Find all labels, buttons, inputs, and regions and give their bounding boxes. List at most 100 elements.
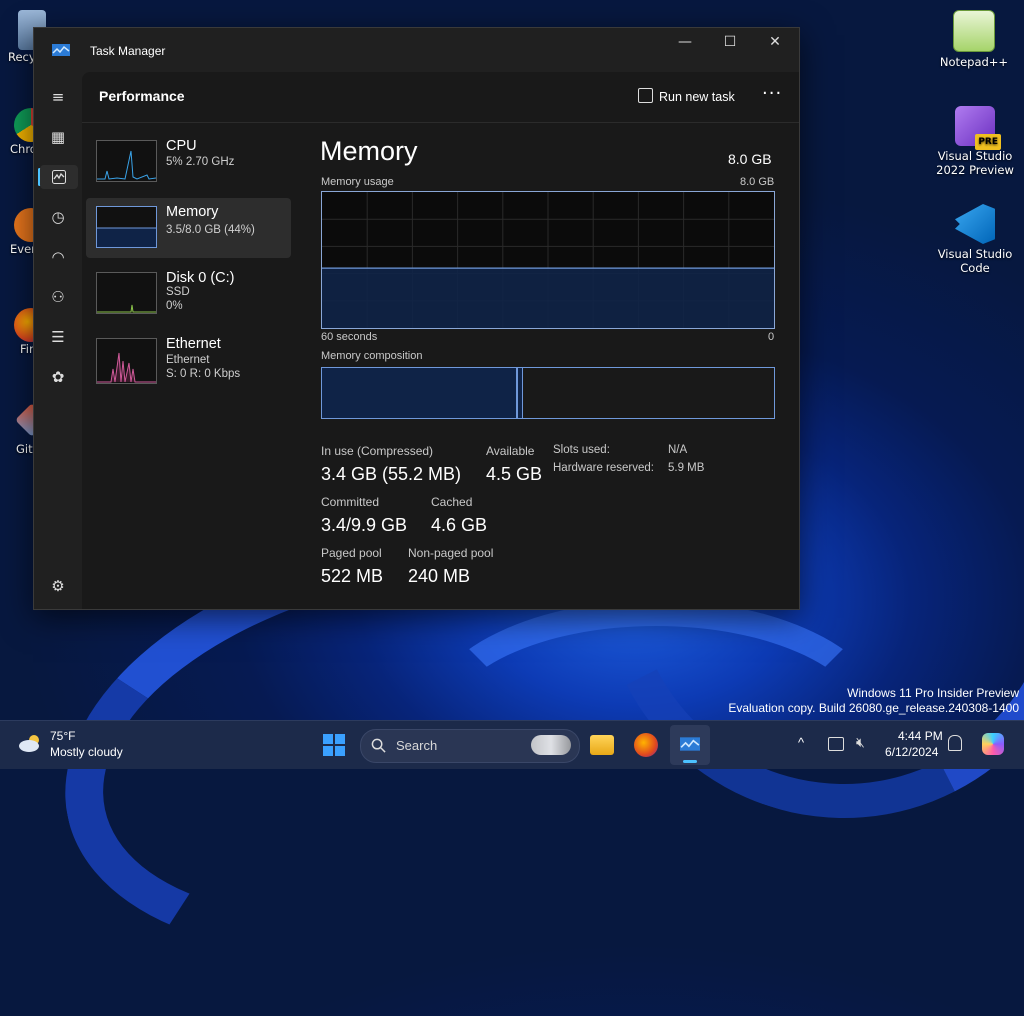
services-icon[interactable]: ✿ [46, 365, 70, 389]
graph-time-right: 0 [768, 331, 775, 343]
usage-area [322, 268, 774, 328]
nonpaged-pool-label: Non-paged pool [408, 546, 494, 560]
graph-time-left: 60 seconds [321, 331, 378, 343]
resource-card-disk[interactable]: Disk 0 (C:) SSD 0% [86, 264, 291, 324]
desktop-icon-notepadpp[interactable]: Notepad++ [936, 10, 1012, 69]
header-divider [82, 122, 799, 123]
memory-title: Memory [320, 136, 418, 166]
window-title: Task Manager [90, 44, 166, 58]
desktop-icon-visual-studio[interactable]: PRE Visual Studio 2022 Preview [934, 106, 1016, 177]
resource-card-memory[interactable]: Memory 3.5/8.0 GB (44%) [86, 198, 291, 258]
composition-in-use-segment [322, 368, 519, 418]
close-button[interactable]: ✕ [752, 28, 798, 58]
more-options-button[interactable]: ··· [762, 83, 782, 104]
slots-used-value: N/A [668, 444, 688, 456]
committed-value: 3.4/9.9 GB [321, 515, 408, 535]
performance-icon[interactable] [40, 165, 78, 189]
clock-date[interactable]: 6/12/2024 [885, 745, 938, 759]
desktop-icon-label: Visual Studio 2022 Preview [936, 149, 1014, 177]
hamburger-icon[interactable]: ≡ [46, 85, 70, 109]
minimize-button[interactable]: — [662, 28, 708, 58]
memory-usage-max: 8.0 GB [740, 176, 775, 188]
ethernet-thumbnail-graph [96, 338, 157, 384]
nav-rail: ≡ ▦ ◷ ◠ ⚇ ☰ ✿ ⚙ [34, 72, 82, 609]
card-name: CPU [166, 138, 197, 154]
memory-usage-graph [321, 191, 775, 329]
memory-thumbnail-graph [96, 206, 157, 248]
weather-temp: 75°F [50, 729, 76, 743]
available-value: 4.5 GB [486, 464, 543, 484]
file-explorer-icon[interactable] [590, 735, 614, 755]
hardware-reserved-label: Hardware reserved: [553, 462, 654, 474]
vscode-icon [955, 204, 995, 244]
slots-used-label: Slots used: [553, 444, 610, 456]
running-indicator [683, 760, 697, 763]
weather-desc: Mostly cloudy [50, 745, 123, 759]
processes-icon[interactable]: ▦ [46, 125, 70, 149]
card-sub: Ethernet [166, 354, 210, 366]
in-use-value: 3.4 GB (55.2 MB) [321, 464, 462, 484]
start-button[interactable] [322, 733, 346, 757]
search-icon [371, 738, 386, 753]
task-manager-taskbar-button[interactable] [670, 725, 710, 765]
resource-card-ethernet[interactable]: Ethernet Ethernet S: 0 R: 0 Kbps [86, 330, 291, 396]
in-use-label: In use (Compressed) [321, 444, 434, 458]
memory-usage-label: Memory usage [321, 176, 394, 188]
page-title: Performance [99, 88, 185, 104]
cached-label: Cached [431, 495, 473, 509]
memory-composition-bar [321, 367, 775, 419]
paged-pool-label: Paged pool [321, 546, 382, 560]
watermark-line2: Evaluation copy. Build 26080.ge_release.… [728, 701, 1019, 715]
run-new-task-label: Run new task [659, 90, 735, 104]
watermark-line1: Windows 11 Pro Insider Preview [847, 686, 1019, 700]
details-icon[interactable]: ☰ [46, 325, 70, 349]
composition-modified-segment [518, 368, 524, 418]
visual-studio-icon: PRE [955, 106, 1001, 150]
run-new-task-button[interactable]: Run new task [638, 88, 735, 104]
startup-icon[interactable]: ◠ [46, 245, 70, 269]
nonpaged-pool-value: 240 MB [408, 566, 471, 586]
pre-badge: PRE [975, 134, 1001, 150]
task-manager-taskbar-icon [680, 737, 700, 751]
paged-pool-value: 522 MB [321, 566, 384, 586]
desktop-icon-label: Visual Studio Code [937, 247, 1013, 275]
maximize-button[interactable]: ☐ [707, 28, 753, 58]
clock-time[interactable]: 4:44 PM [898, 729, 943, 743]
available-label: Available [486, 444, 535, 458]
task-manager-app-icon [52, 44, 70, 56]
hardware-reserved-value: 5.9 MB [668, 462, 705, 474]
resource-list: CPU 5% 2.70 GHz Memory 3.5/8.0 GB (44%) … [86, 132, 291, 402]
title-bar[interactable]: Task Manager — ☐ ✕ [34, 28, 799, 72]
notepadpp-icon [953, 10, 995, 52]
copilot-icon[interactable] [982, 733, 1004, 755]
card-sub: SSD [166, 286, 190, 298]
committed-label: Committed [321, 495, 380, 509]
firefox-taskbar-icon[interactable] [634, 733, 658, 757]
notifications-icon[interactable] [948, 735, 962, 751]
taskbar: 75°F Mostly cloudy Search ^ 🔇︎ 4:44 PM 6… [0, 720, 1024, 769]
app-history-icon[interactable]: ◷ [46, 205, 70, 229]
resource-card-cpu[interactable]: CPU 5% 2.70 GHz [86, 132, 291, 192]
card-sub: 5% 2.70 GHz [166, 156, 235, 168]
cached-value: 4.6 GB [431, 515, 488, 535]
volume-icon[interactable]: 🔇︎ [856, 735, 865, 751]
disk-thumbnail-graph [96, 272, 157, 314]
search-placeholder: Search [396, 738, 438, 753]
search-highlight-icon [531, 735, 571, 755]
memory-total: 8.0 GB [728, 151, 772, 167]
card-sub: 3.5/8.0 GB (44%) [166, 224, 255, 236]
tray-chevron-icon[interactable]: ^ [798, 735, 804, 750]
cloud-icon [19, 735, 39, 752]
task-manager-window: Task Manager — ☐ ✕ ≡ ▦ ◷ ◠ ⚇ ☰ ✿ ⚙ Perfo… [33, 27, 800, 610]
network-icon[interactable] [828, 737, 844, 751]
add-task-icon [638, 88, 653, 103]
memory-composition-label: Memory composition [321, 350, 423, 362]
settings-icon[interactable]: ⚙ [46, 574, 70, 598]
performance-panel: Performance Run new task ··· CPU 5% 2.70… [82, 72, 799, 609]
desktop-icon-vscode[interactable]: Visual Studio Code [936, 204, 1014, 275]
taskbar-search[interactable]: Search [360, 729, 580, 763]
users-icon[interactable]: ⚇ [46, 285, 70, 309]
card-name: Disk 0 (C:) [166, 270, 235, 286]
card-sub: S: 0 R: 0 Kbps [166, 368, 241, 380]
card-sub: 0% [166, 300, 183, 312]
